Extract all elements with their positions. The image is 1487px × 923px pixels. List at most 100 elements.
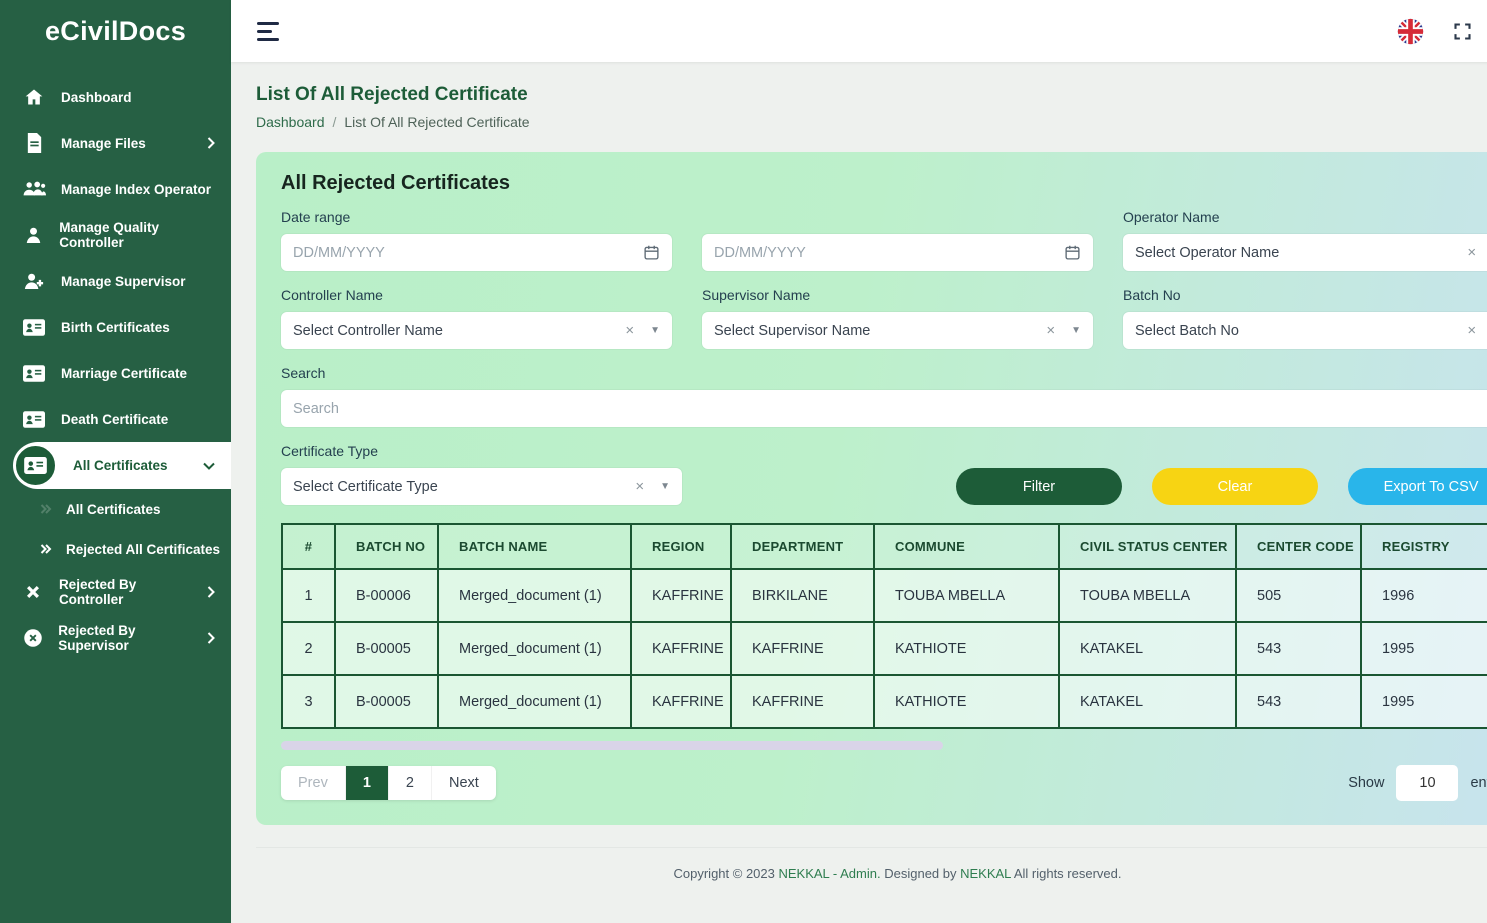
controller-name-select[interactable]: Select Controller Name × ▼ [281,312,672,349]
cell-index: 3 [282,675,335,728]
footer-admin-link[interactable]: NEKKAL - Admin. [778,866,880,881]
file-icon [22,133,46,153]
date-to-label [702,209,1093,226]
next-page-button[interactable]: Next [432,766,496,800]
date-to-input[interactable]: DD/MM/YYYY [702,234,1093,271]
clear-icon[interactable]: × [1467,322,1476,339]
col-header-registry: REGISTRY [1361,524,1487,569]
batch-no-value: Select Batch No [1135,323,1467,339]
sidebar-subitem-all-certificates[interactable]: All Certificates [0,489,231,529]
sidebar-item-rejected-by-supervisor[interactable]: Rejected By Supervisor [0,615,231,661]
batch-no-label: Batch No [1123,287,1487,304]
prev-page-button[interactable]: Prev [281,766,346,800]
cell-civil-status-center: KATAKEL [1059,622,1236,675]
footer: Copyright © 2023 NEKKAL - Admin. Designe… [256,847,1487,895]
sidebar-item-label: Birth Certificates [61,320,170,335]
page-1-button[interactable]: 1 [346,766,389,800]
id-card-icon [13,443,58,488]
sidebar-item-manage-index-operator[interactable]: Manage Index Operator [0,166,231,212]
controller-name-field: Controller Name Select Controller Name ×… [281,287,672,349]
hamburger-menu-icon[interactable] [257,22,279,41]
cell-department: KAFFRINE [731,675,874,728]
sidebar: eCivilDocs Dashboard Manage Files [0,0,231,923]
breadcrumb-dashboard-link[interactable]: Dashboard [256,114,325,130]
sidebar-item-manage-files[interactable]: Manage Files [0,120,231,166]
sidebar-item-label: Marriage Certificate [61,366,187,381]
main-area: List Of All Rejected Certificate Dashboa… [231,0,1487,923]
supervisor-name-label: Supervisor Name [702,287,1093,304]
cell-commune: KATHIOTE [874,675,1059,728]
clear-button[interactable]: Clear [1152,468,1318,505]
operator-name-select[interactable]: Select Operator Name × ▼ [1123,234,1487,271]
sidebar-item-manage-quality-controller[interactable]: Manage Quality Controller [0,212,231,258]
topbar-right [1397,13,1487,49]
pagination-row: Prev 1 2 Next Show entries [281,765,1487,801]
clear-icon[interactable]: × [1467,244,1476,261]
caret-down-icon: ▼ [660,481,670,492]
panel-title: All Rejected Certificates [281,172,1487,195]
cell-commune: KATHIOTE [874,622,1059,675]
home-icon [22,87,46,107]
calendar-icon[interactable] [643,244,660,261]
sidebar-item-label: Manage Quality Controller [59,220,215,250]
sidebar-subitem-label: Rejected All Certificates [66,542,220,557]
sidebar-item-birth-certificates[interactable]: Birth Certificates [0,304,231,350]
page-title: List Of All Rejected Certificate [256,84,1487,106]
footer-nekkal-link[interactable]: NEKKAL [960,866,1011,881]
sidebar-item-dashboard[interactable]: Dashboard [0,74,231,120]
search-input[interactable] [281,390,1487,427]
table-row: 2 B-00005 Merged_document (1) KAFFRINE K… [282,622,1487,675]
col-header-region: REGION [631,524,731,569]
entries-count-input[interactable] [1396,765,1458,801]
sidebar-item-death-certificate[interactable]: Death Certificate [0,396,231,442]
supervisor-name-value: Select Supervisor Name [714,323,1046,339]
double-chevron-icon [40,543,54,555]
cell-department: BIRKILANE [731,569,874,622]
batch-no-select[interactable]: Select Batch No × ▼ [1123,312,1487,349]
sidebar-subitem-rejected-all-certificates[interactable]: Rejected All Certificates [0,529,231,569]
col-header-civil-status-center: CIVIL STATUS CENTER [1059,524,1236,569]
chevron-right-icon [207,632,215,644]
page-content: List Of All Rejected Certificate Dashboa… [231,62,1487,923]
breadcrumb: Dashboard / List Of All Rejected Certifi… [256,114,1487,130]
export-csv-button[interactable]: Export To CSV [1348,468,1487,505]
chevron-down-icon [203,462,215,470]
sidebar-subitem-label: All Certificates [66,502,161,517]
page-2-button[interactable]: 2 [389,766,432,800]
col-header-index: # [282,524,335,569]
fullscreen-icon[interactable] [1452,21,1473,42]
table-row: 3 B-00005 Merged_document (1) KAFFRINE K… [282,675,1487,728]
clear-icon[interactable]: × [625,322,634,339]
date-from-input[interactable]: DD/MM/YYYY [281,234,672,271]
search-label: Search [281,365,1487,382]
x-circle-icon [22,628,43,648]
horizontal-scrollbar[interactable] [281,741,943,750]
date-to-placeholder: DD/MM/YYYY [714,245,806,261]
clear-icon[interactable]: × [1046,322,1055,339]
language-flag-icon[interactable] [1397,18,1424,45]
col-header-batch-name: BATCH NAME [438,524,631,569]
id-card-icon [22,365,46,382]
filter-row-1: Date range DD/MM/YYYY DD/MM/YYYY [281,209,1487,271]
sidebar-item-all-certificates[interactable]: All Certificates [14,442,231,489]
sidebar-item-label: All Certificates [73,458,168,473]
cell-civil-status-center: TOUBA MBELLA [1059,569,1236,622]
cell-index: 1 [282,569,335,622]
filter-button[interactable]: Filter [956,468,1122,505]
date-to-field: DD/MM/YYYY [702,209,1093,271]
users-icon [22,180,46,198]
sidebar-item-manage-supervisor[interactable]: Manage Supervisor [0,258,231,304]
cell-region: KAFFRINE [631,622,731,675]
sidebar-item-marriage-certificate[interactable]: Marriage Certificate [0,350,231,396]
batch-no-field: Batch No Select Batch No × ▼ [1123,287,1487,349]
supervisor-name-select[interactable]: Select Supervisor Name × ▼ [702,312,1093,349]
sidebar-item-rejected-by-controller[interactable]: Rejected By Controller [0,569,231,615]
supervisor-name-field: Supervisor Name Select Supervisor Name ×… [702,287,1093,349]
cell-batch-name: Merged_document (1) [438,569,631,622]
col-header-center-code: CENTER CODE [1236,524,1361,569]
certificate-type-select[interactable]: Select Certificate Type × ▼ [281,468,682,505]
cell-index: 2 [282,622,335,675]
app-root: eCivilDocs Dashboard Manage Files [0,0,1487,923]
clear-icon[interactable]: × [635,478,644,495]
calendar-icon[interactable] [1064,244,1081,261]
